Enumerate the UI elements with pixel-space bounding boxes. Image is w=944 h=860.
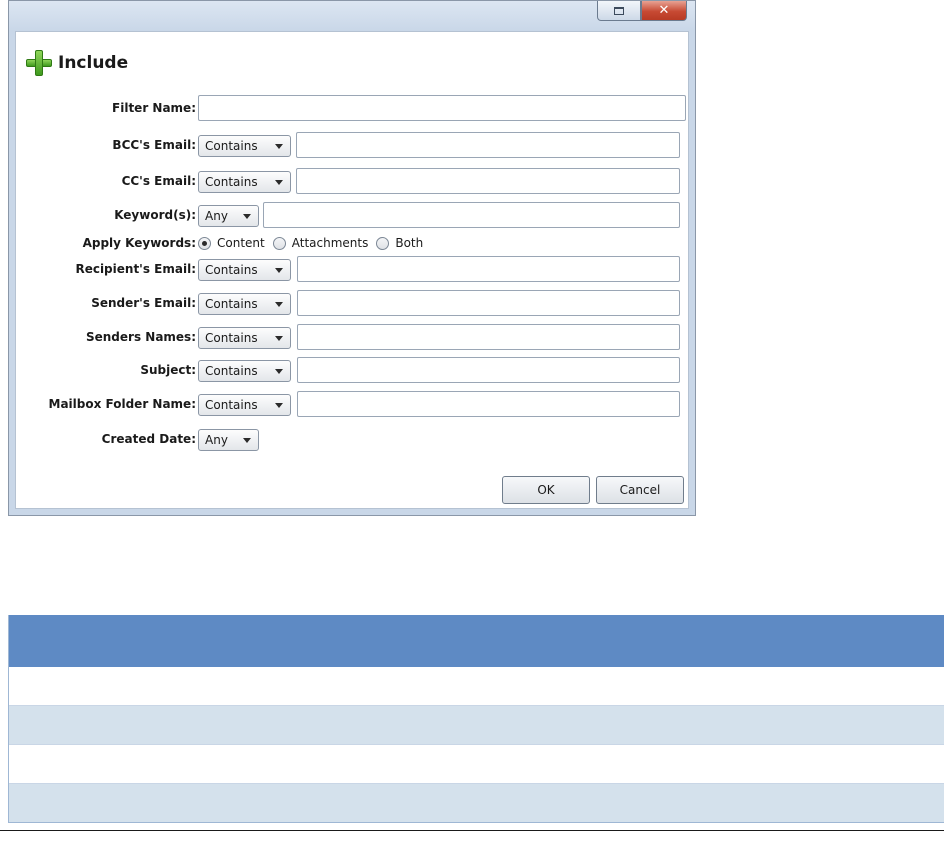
chevron-down-icon <box>275 369 283 374</box>
radio-content-label: Content <box>217 236 265 250</box>
table-row <box>9 706 944 745</box>
plus-icon <box>26 50 52 76</box>
subject-operator-value: Contains <box>205 364 258 378</box>
dialog-content: Include Filter Name: BCC's Email: Contai… <box>15 31 689 509</box>
close-icon: ✕ <box>658 3 670 18</box>
cc-email-operator-value: Contains <box>205 175 258 189</box>
chevron-down-icon <box>275 403 283 408</box>
senders-names-operator-dropdown[interactable]: Contains <box>198 327 291 349</box>
radio-unchecked-icon[interactable] <box>272 236 286 250</box>
radio-checked-icon[interactable] <box>198 236 211 250</box>
senders-names-input[interactable] <box>297 324 680 350</box>
senders-names-label: Senders Names: <box>85 330 196 344</box>
include-dialog: ✕ Include Filter Name: BCC's Email: Cont… <box>8 0 696 516</box>
data-table <box>8 615 944 823</box>
table-row <box>9 784 944 823</box>
cc-email-input[interactable] <box>296 168 680 194</box>
filter-name-label: Filter Name: <box>112 101 196 115</box>
bcc-email-input[interactable] <box>296 132 680 158</box>
chevron-down-icon <box>275 144 283 149</box>
keywords-operator-dropdown[interactable]: Any <box>198 205 259 227</box>
mailbox-folder-name-input[interactable] <box>297 391 680 417</box>
sender-email-operator-value: Contains <box>205 297 258 311</box>
recipient-email-label: Recipient's Email: <box>75 262 196 276</box>
subject-label: Subject: <box>140 363 196 377</box>
apply-keywords-radio-group: Content Attachments Both <box>198 236 431 250</box>
chevron-down-icon <box>243 438 251 443</box>
created-date-operator-dropdown[interactable]: Any <box>198 429 259 451</box>
table-row <box>9 667 944 706</box>
mailbox-folder-name-operator-value: Contains <box>205 398 258 412</box>
bcc-email-operator-value: Contains <box>205 139 258 153</box>
senders-names-operator-value: Contains <box>205 331 258 345</box>
radio-unchecked-icon[interactable] <box>376 236 390 250</box>
recipient-email-operator-dropdown[interactable]: Contains <box>198 259 291 281</box>
keywords-input[interactable] <box>263 202 680 228</box>
keywords-operator-value: Any <box>205 209 228 223</box>
sender-email-label: Sender's Email: <box>91 296 196 310</box>
ok-button[interactable]: OK <box>502 476 590 504</box>
title-bar[interactable]: ✕ <box>9 1 695 31</box>
subject-input[interactable] <box>297 357 680 383</box>
radio-both[interactable]: Both <box>376 236 423 250</box>
radio-content[interactable]: Content <box>198 236 265 250</box>
sender-email-operator-dropdown[interactable]: Contains <box>198 293 291 315</box>
subject-operator-dropdown[interactable]: Contains <box>198 360 291 382</box>
horizontal-rule <box>0 830 944 831</box>
chevron-down-icon <box>275 336 283 341</box>
close-button[interactable]: ✕ <box>641 1 687 21</box>
created-date-label: Created Date: <box>101 432 196 446</box>
chevron-down-icon <box>243 214 251 219</box>
keywords-label: Keyword(s): <box>114 208 196 222</box>
table-row <box>9 745 944 784</box>
created-date-operator-value: Any <box>205 433 228 447</box>
recipient-email-input[interactable] <box>297 256 680 282</box>
cc-email-operator-dropdown[interactable]: Contains <box>198 171 291 193</box>
filter-name-input[interactable] <box>198 95 686 121</box>
restore-button[interactable] <box>597 1 641 21</box>
radio-attachments-label: Attachments <box>291 236 369 250</box>
cc-email-label: CC's Email: <box>121 174 196 188</box>
mailbox-folder-name-label: Mailbox Folder Name: <box>48 397 197 411</box>
mailbox-folder-name-operator-dropdown[interactable]: Contains <box>198 394 291 416</box>
bcc-email-label: BCC's Email: <box>112 138 196 152</box>
sender-email-input[interactable] <box>297 290 680 316</box>
bcc-email-operator-dropdown[interactable]: Contains <box>198 135 291 157</box>
table-header <box>9 615 944 667</box>
chevron-down-icon <box>275 302 283 307</box>
apply-keywords-label: Apply Keywords: <box>82 236 196 250</box>
recipient-email-operator-value: Contains <box>205 263 258 277</box>
dialog-title: Include <box>58 53 129 73</box>
restore-icon <box>614 6 624 15</box>
radio-attachments[interactable]: Attachments <box>272 236 369 250</box>
cancel-button[interactable]: Cancel <box>596 476 684 504</box>
dialog-header: Include <box>26 50 128 76</box>
chevron-down-icon <box>275 268 283 273</box>
radio-both-label: Both <box>395 236 424 250</box>
chevron-down-icon <box>275 180 283 185</box>
